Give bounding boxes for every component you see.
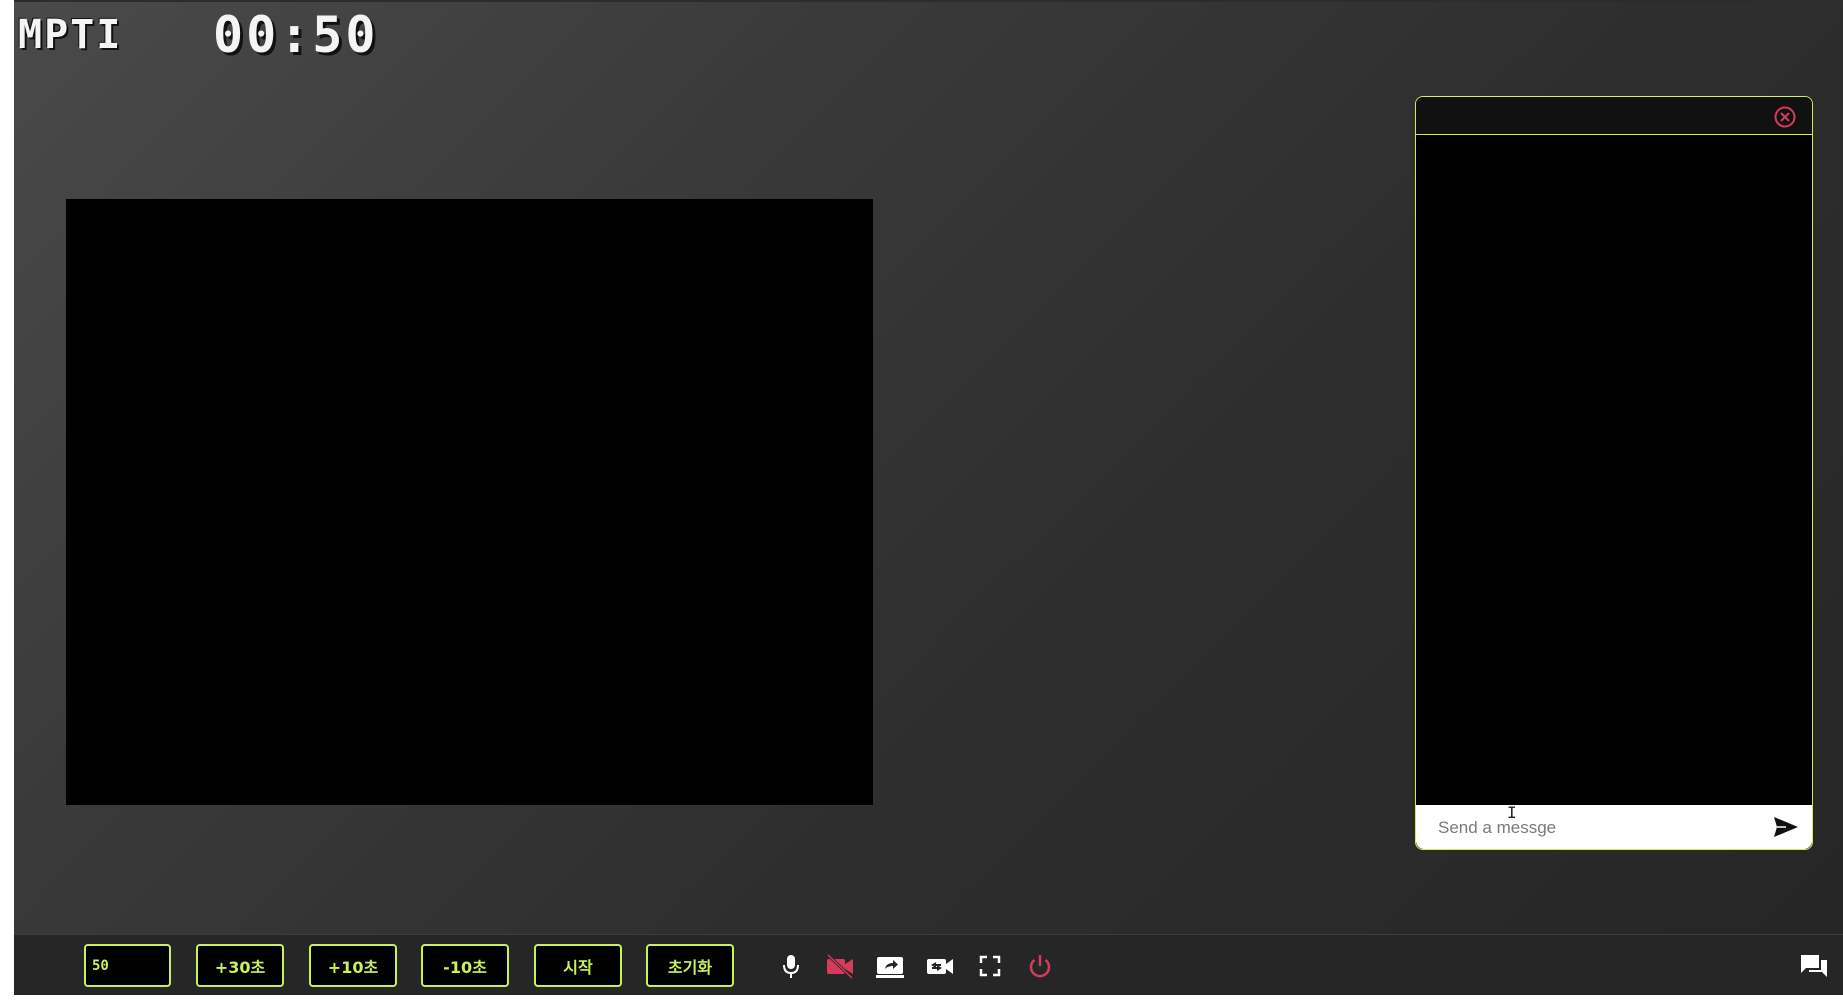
chat-header	[1416, 97, 1812, 135]
chat-input-row	[1416, 805, 1812, 849]
screen-share-icon[interactable]	[876, 953, 904, 979]
send-icon[interactable]	[1772, 815, 1800, 839]
camera-off-icon[interactable]	[826, 953, 854, 979]
microphone-icon[interactable]	[777, 953, 805, 979]
video-stream	[66, 199, 873, 805]
reset-button[interactable]: 초기화	[646, 944, 734, 987]
countdown-timer: 00:50	[213, 6, 379, 64]
close-icon[interactable]	[1774, 106, 1796, 128]
add-10-seconds-button[interactable]: +10초	[309, 944, 397, 987]
text-cursor-icon: I	[1507, 803, 1517, 822]
seconds-input[interactable]	[84, 944, 171, 987]
fullscreen-icon[interactable]	[976, 953, 1004, 979]
app-logo: MPTI	[18, 12, 123, 58]
switch-camera-icon[interactable]	[926, 953, 954, 979]
chat-messages	[1416, 135, 1812, 805]
power-icon[interactable]	[1026, 953, 1054, 979]
subtract-10-seconds-button[interactable]: -10초	[421, 944, 509, 987]
chat-panel	[1415, 96, 1813, 850]
start-button[interactable]: 시작	[534, 944, 622, 987]
bottom-toolbar: +30초 +10초 -10초 시작 초기화	[14, 934, 1843, 996]
bottom-strip	[0, 995, 1843, 1001]
chat-icon[interactable]	[1800, 953, 1828, 979]
chat-message-input[interactable]	[1436, 805, 1770, 849]
add-30-seconds-button[interactable]: +30초	[196, 944, 284, 987]
